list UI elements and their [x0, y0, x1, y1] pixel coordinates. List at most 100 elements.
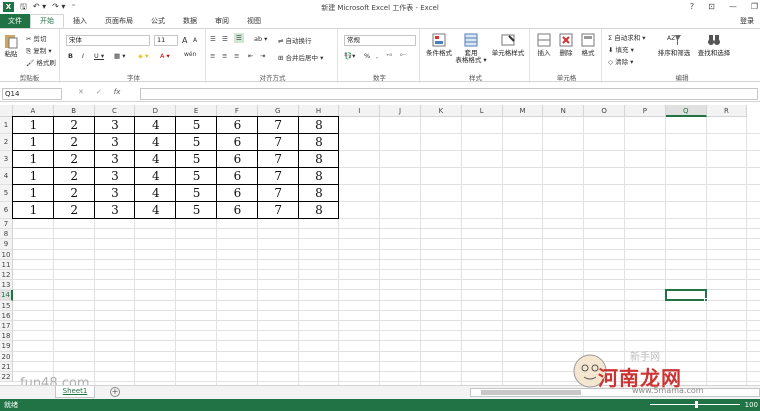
insert-function-icon[interactable]: fx: [114, 88, 121, 96]
cell-B5[interactable]: 2: [54, 185, 95, 202]
cell-H3[interactable]: 8: [299, 151, 340, 168]
cut-button[interactable]: ✂ 剪切: [26, 33, 47, 43]
row-header-21[interactable]: 21: [0, 361, 13, 372]
cell-F3[interactable]: 6: [217, 151, 258, 168]
cell-C3[interactable]: 3: [95, 151, 136, 168]
increase-decimal-icon[interactable]: ⁺⁰: [386, 52, 392, 60]
cell-F1[interactable]: 6: [217, 117, 258, 134]
tab-insert[interactable]: 插入: [64, 14, 96, 28]
column-header-k[interactable]: K: [421, 105, 462, 117]
row-header-11[interactable]: 11: [0, 259, 13, 270]
comma-button[interactable]: ,: [376, 52, 378, 60]
italic-button[interactable]: I: [82, 52, 84, 60]
delete-cells-button[interactable]: 删除: [556, 32, 576, 57]
cancel-icon[interactable]: ✕: [78, 88, 84, 96]
increase-indent-icon[interactable]: ⇥: [260, 52, 265, 60]
minimize-icon[interactable]: —: [729, 0, 737, 14]
column-header-j[interactable]: J: [380, 105, 421, 117]
cell-B3[interactable]: 2: [54, 151, 95, 168]
cell-G5[interactable]: 7: [258, 185, 299, 202]
cell-C4[interactable]: 3: [95, 168, 136, 185]
tab-formulas[interactable]: 公式: [142, 14, 174, 28]
orientation-icon[interactable]: ab ▾: [254, 35, 267, 43]
cell-E1[interactable]: 5: [176, 117, 217, 134]
cell-A4[interactable]: 1: [13, 168, 54, 185]
shrink-font-button[interactable]: A: [193, 37, 197, 44]
cell-H6[interactable]: 8: [299, 202, 340, 219]
row-header-17[interactable]: 17: [0, 321, 13, 332]
cell-F4[interactable]: 6: [217, 168, 258, 185]
column-header-n[interactable]: N: [543, 105, 585, 117]
middle-align-icon[interactable]: ☰: [222, 35, 228, 43]
fill-color-icon[interactable]: ◈ ▾: [138, 52, 148, 60]
cell-G6[interactable]: 7: [258, 202, 299, 219]
row-header-10[interactable]: 10: [0, 249, 13, 260]
row-header-9[interactable]: 9: [0, 239, 13, 250]
column-header-r[interactable]: R: [706, 105, 748, 117]
cell-F6[interactable]: 6: [217, 202, 258, 219]
format-cells-button[interactable]: 格式: [578, 32, 598, 57]
cell-G1[interactable]: 7: [258, 117, 299, 134]
underline-button[interactable]: U ▾: [94, 52, 104, 60]
ribbon-display-icon[interactable]: ⊡: [708, 0, 715, 14]
cell-D1[interactable]: 4: [135, 117, 176, 134]
column-header-p[interactable]: P: [625, 105, 666, 117]
align-center-icon[interactable]: ≡: [222, 52, 227, 60]
sort-filter-button[interactable]: AZ 排序和筛选: [656, 32, 692, 57]
cell-D4[interactable]: 4: [135, 168, 176, 185]
merge-center-button[interactable]: ⊞ 合并后居中 ▾: [278, 52, 323, 62]
row-header-12[interactable]: 12: [0, 270, 13, 281]
cell-H1[interactable]: 8: [299, 117, 340, 134]
cell-F5[interactable]: 6: [217, 185, 258, 202]
font-color-icon[interactable]: A ▾: [160, 52, 170, 60]
add-sheet-icon[interactable]: +: [110, 387, 120, 397]
row-header-20[interactable]: 20: [0, 351, 13, 362]
decrease-decimal-icon[interactable]: ⁰⁻: [400, 52, 406, 60]
autosum-button[interactable]: Σ 自动求和 ▾: [608, 32, 646, 42]
cell-E3[interactable]: 5: [176, 151, 217, 168]
paste-button[interactable]: 粘贴: [3, 33, 19, 58]
cell-G3[interactable]: 7: [258, 151, 299, 168]
conditional-format-button[interactable]: 条件格式: [424, 32, 454, 57]
tab-file[interactable]: 文件: [0, 14, 30, 28]
fill-button[interactable]: ⬇ 填充 ▾: [608, 44, 634, 54]
cell-C6[interactable]: 3: [95, 202, 136, 219]
tab-data[interactable]: 数据: [174, 14, 206, 28]
cell-A2[interactable]: 1: [13, 134, 54, 151]
row-header-15[interactable]: 15: [0, 300, 13, 311]
cell-H2[interactable]: 8: [299, 134, 340, 151]
cell-B6[interactable]: 2: [54, 202, 95, 219]
column-header-m[interactable]: M: [502, 105, 544, 117]
column-header-q[interactable]: Q: [665, 105, 707, 117]
decrease-indent-icon[interactable]: ⇤: [248, 52, 253, 60]
border-icon[interactable]: ▦ ▾: [114, 52, 125, 60]
cell-E5[interactable]: 5: [176, 185, 217, 202]
cell-styles-button[interactable]: 单元格样式: [488, 32, 528, 57]
font-size-select[interactable]: 11: [154, 35, 178, 46]
format-as-table-button[interactable]: 套用 表格格式 ▾: [455, 32, 487, 64]
cell-B4[interactable]: 2: [54, 168, 95, 185]
column-header-o[interactable]: O: [584, 105, 625, 117]
copy-button[interactable]: ⎘ 复制 ▾: [26, 45, 52, 56]
scroll-thumb[interactable]: [481, 390, 581, 395]
help-icon[interactable]: ?: [690, 0, 694, 14]
number-format-select[interactable]: 常规: [344, 35, 416, 46]
sheet-tab-sheet1[interactable]: Sheet1: [55, 386, 95, 398]
row-header-19[interactable]: 19: [0, 341, 13, 352]
tab-home[interactable]: 开始: [30, 14, 64, 28]
format-painter-button[interactable]: 🖌 格式刷: [26, 57, 56, 67]
active-cell-selection[interactable]: [664, 289, 707, 301]
find-select-button[interactable]: 查找和选择: [696, 32, 732, 57]
row-header-22[interactable]: 22: [0, 372, 13, 383]
tab-review[interactable]: 审阅: [206, 14, 238, 28]
cell-D6[interactable]: 4: [135, 202, 176, 219]
row-header-14[interactable]: 14: [0, 290, 13, 301]
align-left-icon[interactable]: ≡: [210, 52, 215, 60]
cell-A3[interactable]: 1: [13, 151, 54, 168]
insert-cells-button[interactable]: 插入: [534, 32, 554, 57]
align-right-icon[interactable]: ≡: [234, 52, 239, 60]
cell-B1[interactable]: 2: [54, 117, 95, 134]
formula-input[interactable]: [140, 88, 758, 100]
cell-G4[interactable]: 7: [258, 168, 299, 185]
name-box[interactable]: Q14: [2, 88, 62, 100]
